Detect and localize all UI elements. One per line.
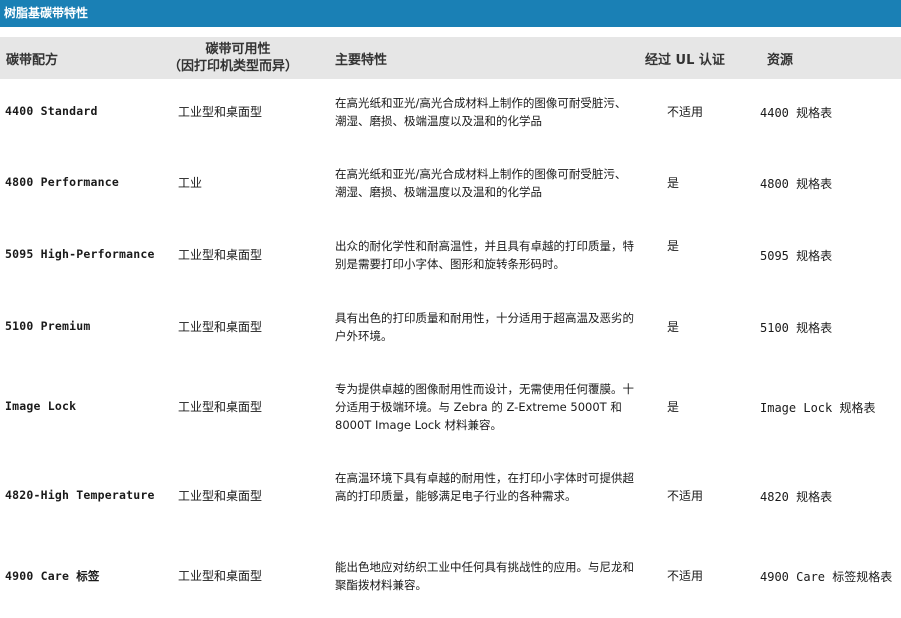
table-header-row: 碳带配方 碳带可用性 （因打印机类型而异） 主要特性 经过 UL 认证 资源 xyxy=(0,37,901,79)
ribbon-formula-name: Image Lock xyxy=(5,399,77,413)
feature-description: 在高温环境下具有卓越的耐用性，在打印小字体时可提供超高的打印质量，能够满足电子行… xyxy=(335,471,634,503)
spec-sheet-link[interactable]: Image Lock 规格表 xyxy=(760,399,875,416)
feature-description: 专为提供卓越的图像耐用性而设计，无需使用任何覆膜。十分适用于极端环境。与 Zeb… xyxy=(335,382,634,432)
ul-status: 不适用 xyxy=(667,489,704,503)
feature-description: 在高光纸和亚光/高光合成材料上制作的图像可耐受脏污、潮湿、磨损、极端温度以及温和… xyxy=(335,167,627,199)
ul-status: 是 xyxy=(667,239,680,253)
ribbon-formula-name: 4400 Standard xyxy=(5,104,98,118)
header-formula: 碳带配方 xyxy=(6,52,59,68)
ul-status: 是 xyxy=(667,176,680,190)
ul-status: 是 xyxy=(667,320,680,334)
spec-sheet-link[interactable]: 4400 规格表 xyxy=(760,104,832,121)
header-usage-line2: （因打印机类型而异） xyxy=(168,59,299,74)
ul-status: 是 xyxy=(667,400,680,414)
feature-description: 出众的耐化学性和耐高温性，并且具有卓越的打印质量，特别是需要打印小字体、图形和旋… xyxy=(335,239,634,271)
ribbon-formula-name: 5095 High-Performance xyxy=(5,247,155,261)
printer-usage: 工业型和桌面型 xyxy=(178,400,263,414)
printer-usage: 工业型和桌面型 xyxy=(178,105,263,119)
header-features: 主要特性 xyxy=(335,52,388,68)
feature-description: 具有出色的打印质量和耐用性，十分适用于超高温及恶劣的户外环境。 xyxy=(335,311,634,343)
ribbon-formula-name: 5100 Premium xyxy=(5,319,91,333)
printer-usage: 工业型和桌面型 xyxy=(178,569,263,583)
header-ul-certified: 经过 UL 认证 xyxy=(645,52,725,68)
spec-sheet-link[interactable]: 4800 规格表 xyxy=(760,175,832,192)
spec-sheet-link[interactable]: 5095 规格表 xyxy=(760,247,832,264)
printer-usage: 工业型和桌面型 xyxy=(178,320,263,334)
header-usage: 碳带可用性 （因打印机类型而异） xyxy=(168,37,298,79)
ribbon-formula-name: 4820-High Temperature xyxy=(5,488,155,502)
ul-status: 不适用 xyxy=(667,569,704,583)
printer-usage: 工业 xyxy=(178,176,203,190)
feature-description: 在高光纸和亚光/高光合成材料上制作的图像可耐受脏污、潮湿、磨损、极端温度以及温和… xyxy=(335,96,627,128)
printer-usage: 工业型和桌面型 xyxy=(178,248,263,262)
table-title: 树脂基碳带特性 xyxy=(0,0,901,27)
spec-sheet-link[interactable]: 4900 Care 标签规格表 xyxy=(760,568,892,585)
ul-status: 不适用 xyxy=(667,105,704,119)
printer-usage: 工业型和桌面型 xyxy=(178,489,263,503)
ribbon-formula-name: 4900 Care 标签 xyxy=(5,569,100,583)
ribbon-formula-name: 4800 Performance xyxy=(5,175,119,189)
spec-sheet-link[interactable]: 5100 规格表 xyxy=(760,319,832,336)
feature-description: 能出色地应对纺织工业中任何具有挑战性的应用。与尼龙和聚酯拨材料兼容。 xyxy=(335,560,634,592)
header-resources: 资源 xyxy=(767,52,794,68)
spec-sheet-link[interactable]: 4820 规格表 xyxy=(760,488,832,505)
header-usage-line1: 碳带可用性 xyxy=(205,42,271,57)
